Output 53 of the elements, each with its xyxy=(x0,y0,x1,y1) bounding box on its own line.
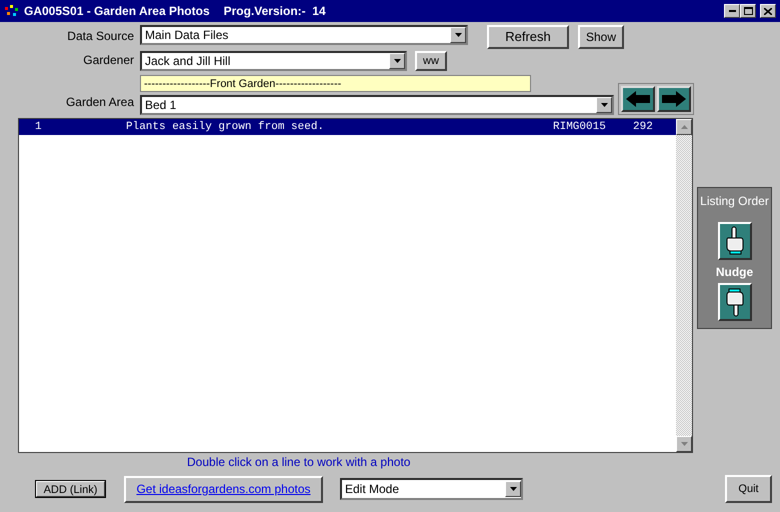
nudge-label: Nudge xyxy=(716,264,754,281)
hint-text: Double click on a line to work with a photo xyxy=(187,454,410,471)
app-icon xyxy=(4,5,20,17)
left-arrow-icon xyxy=(624,90,652,108)
next-button[interactable] xyxy=(657,86,691,112)
ww-button[interactable]: ww xyxy=(415,51,447,71)
maximize-icon xyxy=(744,7,752,15)
scroll-down-button[interactable] xyxy=(676,436,692,452)
field-label: Garden Area xyxy=(64,94,135,111)
section-banner: ------------------Front Garden------------------ xyxy=(140,75,531,92)
dropdown-field[interactable]: Jack and Jill Hill xyxy=(140,51,407,71)
photo-description: Plants easily grown from seed. xyxy=(126,120,326,135)
dropdown-button[interactable] xyxy=(450,27,466,43)
close-button[interactable] xyxy=(760,4,776,18)
photo-row[interactable]: 1 Plants easily grown from seed. RIMG0015 292 xyxy=(19,119,676,135)
nudge-down-button[interactable] xyxy=(718,283,752,321)
window-title: GA005S01 - Garden Area Photos xyxy=(24,3,210,20)
close-icon xyxy=(764,8,772,14)
caret-icon xyxy=(394,59,400,63)
version-label: Prog.Version:- 14 xyxy=(224,3,326,20)
row-number: 1 xyxy=(34,120,43,135)
photo-size: 292 xyxy=(633,120,653,135)
nudge-up-button[interactable] xyxy=(718,222,752,260)
photo-id: RIMG0015 xyxy=(553,120,607,135)
pointing-down-hand-icon xyxy=(724,287,746,317)
quit-button[interactable]: Quit xyxy=(725,475,772,503)
field-label: Data Source xyxy=(66,28,135,45)
photo-list[interactable]: 1 Plants easily grown from seed. RIMG0015 292 xyxy=(18,118,693,453)
field-label: Gardener xyxy=(82,52,135,69)
up-arrow-icon xyxy=(680,125,688,129)
dropdown-field[interactable]: Main Data Files xyxy=(140,25,468,45)
scroll-up-button[interactable] xyxy=(676,119,692,135)
down-arrow-icon xyxy=(680,442,688,446)
dropdown-field[interactable]: Edit Mode xyxy=(340,478,523,500)
refresh-button[interactable]: Refresh xyxy=(487,25,569,49)
caret-icon xyxy=(454,33,462,37)
dropdown-field[interactable]: Bed 1 xyxy=(140,95,614,115)
add-link-button[interactable]: ADD (Link) xyxy=(35,480,106,498)
panel-title: Listing Order xyxy=(700,193,769,210)
scrollbar[interactable] xyxy=(676,119,692,452)
get-photos-link-button[interactable]: Get ideasforgardens.com photos xyxy=(124,476,323,502)
pointing-up-hand-icon xyxy=(724,226,746,256)
dropdown-button[interactable] xyxy=(596,97,612,113)
dropdown-button[interactable] xyxy=(389,53,405,69)
caret-icon xyxy=(510,487,516,491)
maximize-button[interactable] xyxy=(740,4,756,18)
dropdown-button[interactable] xyxy=(505,481,521,497)
show-button[interactable]: Show xyxy=(578,25,624,49)
right-arrow-icon xyxy=(660,90,688,108)
minimize-icon xyxy=(728,10,736,12)
minimize-button[interactable] xyxy=(724,4,740,18)
caret-icon xyxy=(600,103,608,107)
previous-button[interactable] xyxy=(621,86,655,112)
